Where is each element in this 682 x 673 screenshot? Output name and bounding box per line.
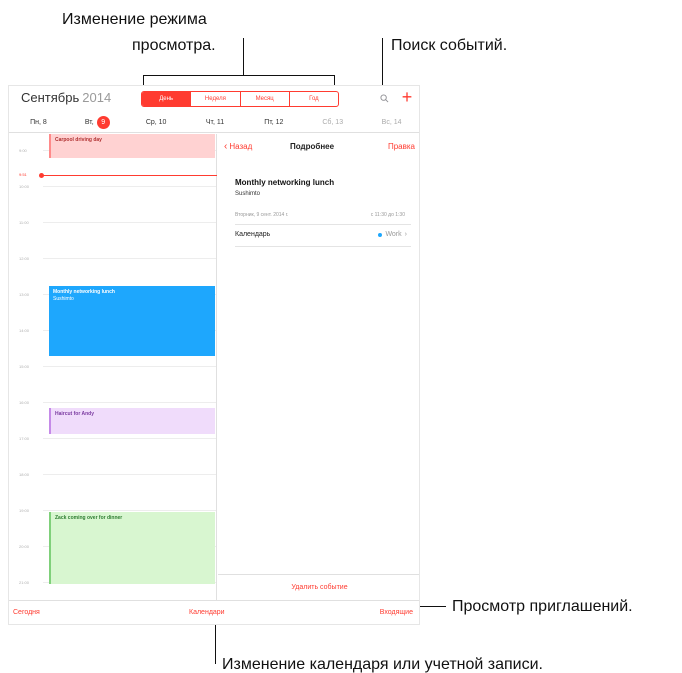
week-day-strip: Пн, 8 Вт, 9 Ср, 10 Чт, 11 Пт, 12 Сб, 13 В… — [9, 113, 419, 133]
detail-event-time: с 11:30 до 1:30 — [370, 212, 405, 218]
search-icon — [379, 93, 388, 102]
calendar-row-value[interactable]: Work › — [378, 231, 407, 238]
hour-line — [43, 186, 216, 187]
current-time-line — [43, 175, 217, 176]
divider — [235, 224, 411, 225]
month-title: Сентябрь 2014 — [21, 90, 111, 105]
hour-line — [43, 474, 216, 475]
detail-event-name: Monthly networking lunch — [235, 178, 335, 187]
hour-label: 16:00 — [19, 400, 30, 405]
view-mode-segmented-control: День Неделя Месяц Год — [141, 91, 339, 107]
today-button[interactable]: Сегодня — [13, 609, 40, 616]
segment-day[interactable]: День — [142, 92, 191, 106]
event-networking-lunch[interactable]: Monthly networking lunch Sushimto — [49, 286, 215, 356]
event-haircut[interactable]: Haircut for Andy — [49, 408, 215, 434]
hour-line — [43, 366, 216, 367]
event-zack-dinner[interactable]: Zack coming over for dinner — [49, 512, 215, 584]
segment-week[interactable]: Неделя — [190, 92, 239, 106]
hour-label: 21:00 — [19, 580, 30, 585]
bottom-toolbar: Сегодня Календари Входящие — [9, 600, 419, 624]
hour-label: 20:00 — [19, 544, 30, 549]
hour-label: 12:00 — [19, 256, 30, 261]
day-tue[interactable]: Вт, 9 — [68, 113, 127, 132]
current-time-label: 9:51 — [19, 172, 27, 177]
day-timeline[interactable]: 9:00 10:00 11:00 12:00 13:00 14:00 15:00… — [9, 134, 217, 600]
month-year: 2014 — [82, 90, 112, 105]
callout-view-mode-line1: Изменение режима — [62, 11, 207, 28]
hour-label: 18:00 — [19, 472, 30, 477]
calendar-screen: Сентябрь 2014 День Неделя Месяц Год + Пн,… — [8, 85, 420, 625]
back-button[interactable]: ‹ Назад — [224, 140, 253, 152]
event-detail-panel: ‹ Назад Подробнее Правка Monthly network… — [218, 134, 419, 600]
calendar-color-dot — [378, 232, 383, 237]
hour-line — [43, 402, 216, 403]
add-event-button[interactable]: + — [399, 88, 415, 106]
callout-search: Поиск событий. — [391, 37, 508, 54]
detail-event-location: Sushimto — [235, 191, 261, 197]
hour-label: 10:00 — [19, 184, 30, 189]
hour-line — [43, 438, 216, 439]
event-title: Monthly networking lunch — [53, 289, 115, 295]
hour-label: 19:00 — [19, 508, 30, 513]
callout-line-search — [382, 38, 383, 88]
event-title: Haircut for Andy — [55, 411, 94, 417]
callout-view-mode-line2: просмотра. — [132, 37, 216, 54]
inbox-button[interactable]: Входящие — [380, 609, 413, 616]
hour-label: 13:00 — [19, 292, 30, 297]
month-name: Сентябрь — [21, 90, 80, 105]
hour-label: 17:00 — [19, 436, 30, 441]
callout-invites: Просмотр приглашений. — [452, 598, 633, 615]
hour-line — [43, 222, 216, 223]
today-badge: 9 — [96, 116, 110, 129]
hour-label: 11:00 — [19, 220, 29, 225]
calendars-button[interactable]: Календари — [189, 609, 225, 616]
day-sat[interactable]: Сб, 13 — [303, 113, 362, 132]
hour-line — [43, 258, 216, 259]
chevron-right-icon: › — [404, 231, 407, 238]
top-navigation-bar: Сентябрь 2014 День Неделя Месяц Год + — [9, 86, 419, 114]
hour-label: 15:00 — [19, 364, 30, 369]
callout-calendar-account: Изменение календаря или учетной записи. — [222, 656, 543, 673]
event-title: Carpool driving day — [55, 137, 102, 143]
day-sun[interactable]: Вс, 14 — [362, 113, 419, 132]
callout-line-view-mode — [243, 38, 244, 76]
event-location: Sushimto — [53, 296, 74, 302]
segment-month[interactable]: Месяц — [239, 92, 289, 106]
edit-button[interactable]: Правка — [388, 142, 415, 151]
search-button[interactable] — [377, 91, 391, 105]
detail-event-date: Вторник, 9 сент. 2014 г. — [235, 212, 289, 218]
chevron-left-icon: ‹ — [224, 140, 228, 152]
day-wed[interactable]: Ср, 10 — [127, 113, 186, 132]
hour-label: 14:00 — [19, 328, 30, 333]
event-title: Zack coming over for dinner — [55, 515, 123, 521]
back-label: Назад — [229, 142, 253, 151]
hour-label: 9:00 — [19, 148, 27, 153]
detail-title: Подробнее — [290, 142, 335, 151]
detail-nav-bar: ‹ Назад Подробнее Правка — [218, 134, 419, 160]
calendar-row-label[interactable]: Календарь — [235, 231, 270, 238]
calendar-name: Work — [385, 231, 402, 238]
day-fri[interactable]: Пт, 12 — [244, 113, 303, 132]
divider — [235, 246, 411, 247]
hour-line — [43, 510, 216, 511]
callout-bracket-horizontal — [143, 75, 335, 76]
event-carpool[interactable]: Carpool driving day — [49, 134, 215, 158]
delete-event-button[interactable]: Удалить событие — [218, 574, 419, 600]
day-mon[interactable]: Пн, 8 — [9, 113, 68, 132]
segment-year[interactable]: Год — [288, 92, 338, 106]
day-thu[interactable]: Чт, 11 — [186, 113, 245, 132]
